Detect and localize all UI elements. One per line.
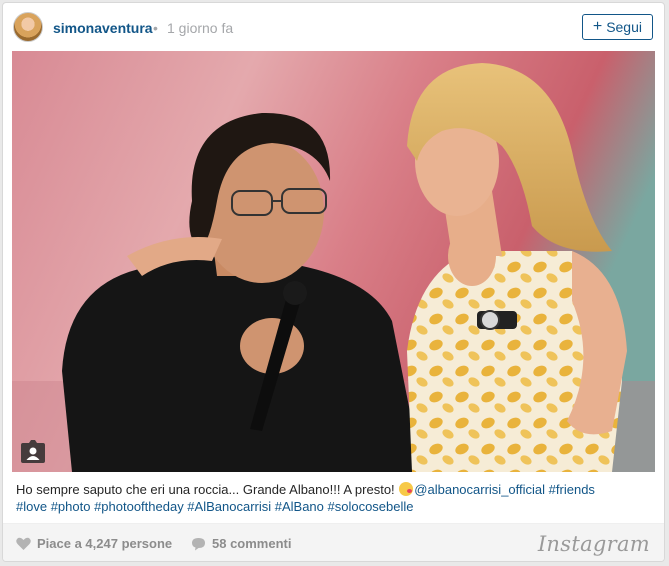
comments-count: 58 commenti bbox=[212, 536, 292, 551]
plus-icon: + bbox=[592, 18, 603, 35]
post-footer: Piace a 4,247 persone 58 commenti Instag… bbox=[3, 523, 664, 561]
heart-icon bbox=[16, 537, 31, 550]
comment-icon bbox=[192, 537, 205, 550]
kissing-face-emoji-icon bbox=[399, 482, 414, 496]
hashtags-line1[interactable]: #friends bbox=[549, 482, 595, 497]
avatar[interactable] bbox=[13, 12, 43, 42]
follow-label: Segui bbox=[606, 19, 642, 35]
likes-count: Piace a 4,247 persone bbox=[37, 536, 173, 551]
user-tag-icon[interactable] bbox=[20, 439, 46, 463]
photo-image bbox=[12, 51, 655, 472]
username-link[interactable]: simonaventura bbox=[53, 20, 153, 36]
likes-button[interactable]: Piace a 4,247 persone bbox=[16, 536, 172, 551]
post-card: simonaventura • 1 giorno fa + Segui Ho s… bbox=[2, 2, 665, 562]
mention-link[interactable]: @albanocarrisi_official bbox=[414, 482, 545, 497]
separator-dot: • bbox=[153, 20, 158, 36]
caption-text: Ho sempre saputo che eri una roccia... G… bbox=[16, 482, 395, 497]
post-header: simonaventura • 1 giorno fa + Segui bbox=[3, 3, 664, 51]
instagram-logo[interactable]: Instagram bbox=[538, 532, 650, 556]
post-caption: Ho sempre saputo che eri una roccia... G… bbox=[16, 481, 646, 515]
hashtags-line2[interactable]: #love #photo #photooftheday #AlBanocarri… bbox=[16, 499, 414, 514]
post-photo[interactable] bbox=[12, 51, 655, 472]
follow-button[interactable]: + Segui bbox=[581, 14, 653, 40]
post-time[interactable]: 1 giorno fa bbox=[167, 20, 233, 36]
comments-button[interactable]: 58 commenti bbox=[191, 536, 291, 551]
